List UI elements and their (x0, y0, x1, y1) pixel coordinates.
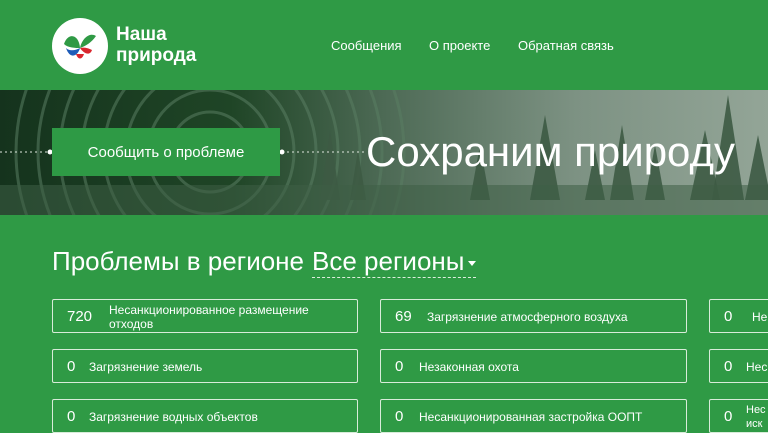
problem-card[interactable]: 0 Несанкционированная застройка ООПТ (380, 399, 687, 433)
problem-count: 0 (67, 408, 76, 425)
problem-label: Нес (746, 360, 768, 374)
chevron-down-icon (468, 260, 477, 266)
nav-about[interactable]: О проекте (429, 38, 490, 53)
brand-line-2: природа (116, 45, 197, 66)
problem-count: 0 (724, 358, 733, 375)
problem-count: 0 (395, 358, 404, 375)
problem-label: Загрязнение водных объектов (89, 410, 258, 424)
problem-count: 0 (67, 358, 76, 375)
problem-card[interactable]: 0 Загрязнение водных объектов (52, 399, 358, 433)
problem-label: Несанкционированная застройка ООПТ (419, 410, 643, 424)
report-problem-button[interactable]: Сообщить о проблеме (52, 128, 280, 176)
problem-label: Несанкционированное размещение отходов (109, 303, 309, 331)
problem-card[interactable]: 0 Загрязнение земель (52, 349, 358, 383)
hero-title: Сохраним природу (366, 128, 735, 175)
problem-card[interactable]: 0 Не (709, 299, 768, 333)
problem-label: Загрязнение атмосферного воздуха (427, 310, 628, 324)
problem-card[interactable]: 0 Незаконная охота (380, 349, 687, 383)
site-header: Наша природа Сообщения О проекте Обратна… (0, 0, 768, 90)
problem-count: 0 (724, 408, 733, 425)
problem-count: 0 (724, 308, 733, 325)
problem-card[interactable]: 720 Несанкционированное размещение отход… (52, 299, 358, 333)
problem-label: Загрязнение земель (89, 360, 203, 374)
region-heading: Проблемы в регионе Все регионы (52, 246, 477, 278)
hero-banner: Сообщить о проблеме Сохраним природу (0, 90, 768, 215)
nav-messages[interactable]: Сообщения (331, 38, 402, 53)
logo[interactable] (52, 18, 108, 74)
problem-label: Нес иск (746, 404, 766, 430)
brand-name[interactable]: Наша природа (116, 24, 196, 66)
problem-card[interactable]: 0 Нес иск (709, 399, 768, 433)
problem-count: 0 (395, 408, 404, 425)
problem-label: Незаконная охота (419, 360, 519, 374)
problem-count: 720 (67, 308, 93, 325)
problem-label: Не (752, 310, 768, 324)
problem-card[interactable]: 69 Загрязнение атмосферного воздуха (380, 299, 687, 333)
region-heading-label: Проблемы в регионе (52, 246, 304, 276)
region-select-value: Все регионы (312, 246, 465, 276)
butterfly-icon (64, 34, 96, 59)
brand-line-1: Наша (116, 24, 167, 45)
problem-card[interactable]: 0 Нес (709, 349, 768, 383)
nav-feedback[interactable]: Обратная связь (518, 38, 614, 53)
region-select[interactable]: Все регионы (312, 246, 477, 278)
problem-count: 69 (395, 308, 412, 325)
